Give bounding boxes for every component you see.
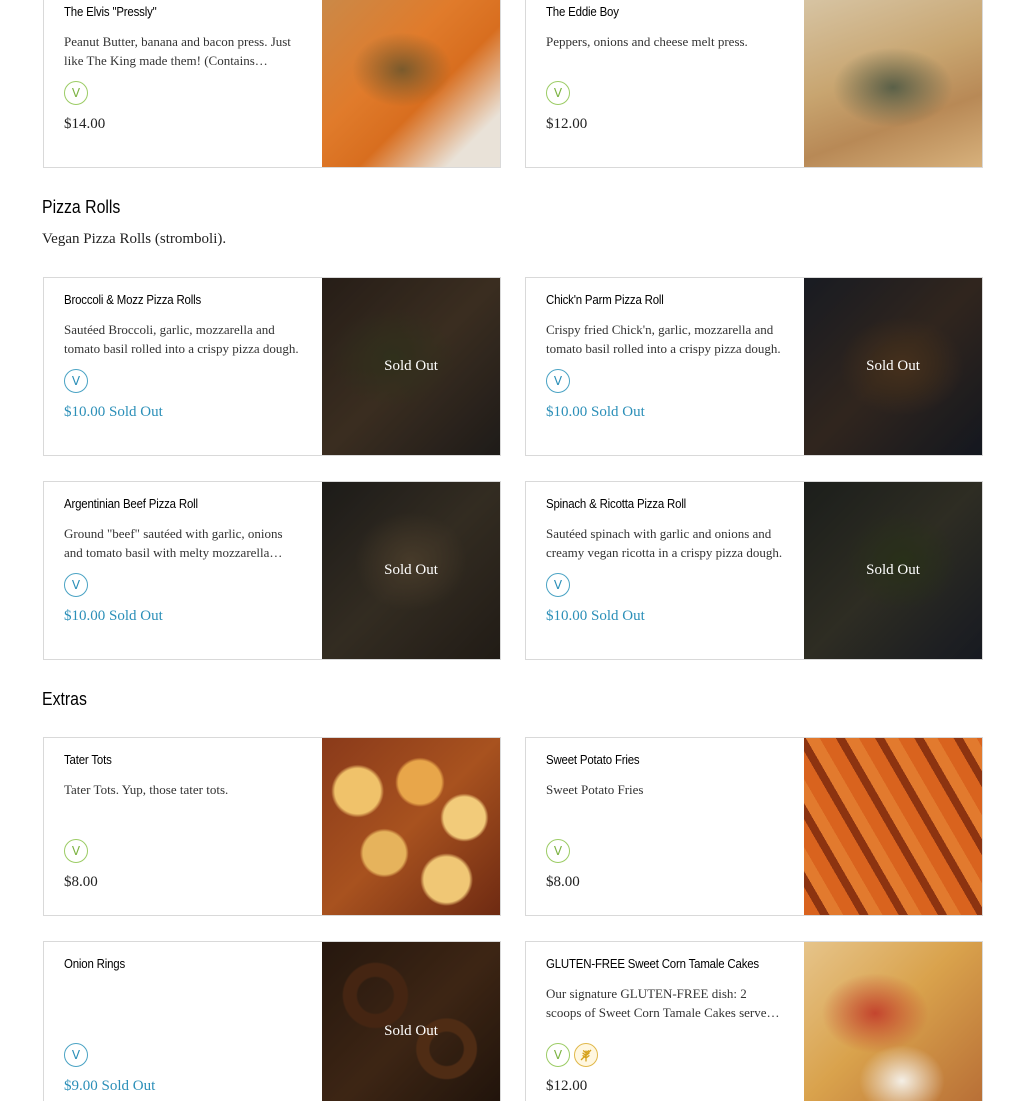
item-photo (804, 738, 982, 915)
item-price: $10.00 Sold Out (546, 608, 645, 624)
item-price: $8.00 (546, 874, 580, 890)
item-price: $10.00 Sold Out (64, 608, 163, 624)
vegan-icon: V (64, 839, 88, 863)
item-name: Chick'n Parm Pizza Roll (546, 292, 664, 307)
sold-out-label: Sold Out (591, 608, 645, 624)
item-photo (322, 0, 500, 167)
vegan-icon: V (64, 573, 88, 597)
item-price: $8.00 (64, 874, 98, 890)
menu-item-card[interactable]: Onion Rings V $9.00 Sold Out Sold Out (43, 941, 501, 1101)
menu-item-card[interactable]: Broccoli & Mozz Pizza Rolls Sautéed Broc… (43, 277, 501, 456)
item-name: Tater Tots (64, 752, 112, 767)
item-name: Argentinian Beef Pizza Roll (64, 496, 198, 511)
sold-out-overlay: Sold Out (804, 482, 982, 659)
section-title: Extras (42, 689, 87, 709)
vegan-icon: V (546, 369, 570, 393)
sold-out-overlay: Sold Out (804, 278, 982, 455)
item-description: Sautéed spinach with garlic and onions a… (546, 526, 783, 560)
sold-out-label: Sold Out (109, 608, 163, 624)
vegan-icon: V (546, 839, 570, 863)
gluten-free-icon (574, 1043, 598, 1067)
sold-out-label: Sold Out (101, 1078, 156, 1094)
item-description: Peanut Butter, banana and bacon press. J… (64, 34, 291, 68)
menu-item-card[interactable]: Tater Tots Tater Tots. Yup, those tater … (43, 737, 501, 916)
item-photo: Sold Out (322, 278, 500, 455)
item-photo: Sold Out (804, 482, 982, 659)
item-price: $9.00 Sold Out (64, 1078, 156, 1094)
item-name: Onion Rings (64, 956, 126, 971)
vegan-icon: V (64, 1043, 88, 1067)
item-photo (804, 942, 982, 1101)
item-description: Peppers, onions and cheese melt press. (546, 34, 748, 49)
item-description: Sweet Potato Fries (546, 782, 644, 797)
item-name: The Elvis "Pressly" (64, 4, 157, 19)
item-description: Ground "beef" sautéed with garlic, onion… (64, 526, 283, 560)
item-price: $10.00 Sold Out (546, 404, 645, 420)
item-photo (322, 738, 500, 915)
menu-item-card[interactable]: Chick'n Parm Pizza Roll Crispy fried Chi… (525, 277, 983, 456)
item-name: GLUTEN-FREE Sweet Corn Tamale Cakes (546, 956, 759, 971)
vegan-icon: V (64, 81, 88, 105)
item-photo: Sold Out (804, 278, 982, 455)
menu-item-card[interactable]: GLUTEN-FREE Sweet Corn Tamale Cakes Our … (525, 941, 983, 1101)
section-description: Vegan Pizza Rolls (stromboli). (42, 231, 227, 247)
item-price: $14.00 (64, 116, 106, 132)
sold-out-overlay: Sold Out (322, 482, 500, 659)
item-name: Sweet Potato Fries (546, 752, 640, 767)
item-name: Broccoli & Mozz Pizza Rolls (64, 292, 202, 307)
item-name: Spinach & Ricotta Pizza Roll (546, 496, 687, 511)
item-price: $12.00 (546, 116, 588, 132)
menu-item-card[interactable]: Spinach & Ricotta Pizza Roll Sautéed spi… (525, 481, 983, 660)
item-price: $12.00 (546, 1078, 588, 1094)
sold-out-overlay: Sold Out (322, 942, 500, 1101)
sold-out-label: Sold Out (591, 404, 645, 420)
item-description: Sautéed Broccoli, garlic, mozzarella and… (64, 322, 299, 356)
item-description: Tater Tots. Yup, those tater tots. (64, 782, 229, 797)
sold-out-overlay: Sold Out (322, 278, 500, 455)
item-description (64, 984, 302, 1022)
vegan-icon: V (546, 1043, 570, 1067)
item-price: $10.00 Sold Out (64, 404, 163, 420)
section-title: Pizza Rolls (42, 197, 121, 217)
vegan-icon: V (546, 573, 570, 597)
vegan-icon: V (64, 369, 88, 393)
item-photo (804, 0, 982, 167)
item-photo: Sold Out (322, 942, 500, 1101)
item-description: Crispy fried Chick'n, garlic, mozzarella… (546, 322, 781, 356)
menu-item-card[interactable]: Sweet Potato Fries Sweet Potato Fries V … (525, 737, 983, 916)
item-name: The Eddie Boy (546, 4, 619, 19)
vegan-icon: V (546, 81, 570, 105)
item-photo: Sold Out (322, 482, 500, 659)
sold-out-label: Sold Out (109, 404, 163, 420)
menu-item-card[interactable]: Argentinian Beef Pizza Roll Ground "beef… (43, 481, 501, 660)
menu-item-card[interactable]: The Eddie Boy Peppers, onions and cheese… (525, 0, 983, 168)
menu-item-card[interactable]: The Elvis "Pressly" Peanut Butter, banan… (43, 0, 501, 168)
item-description: Our signature GLUTEN-FREE dish: 2 scoops… (546, 986, 774, 1020)
